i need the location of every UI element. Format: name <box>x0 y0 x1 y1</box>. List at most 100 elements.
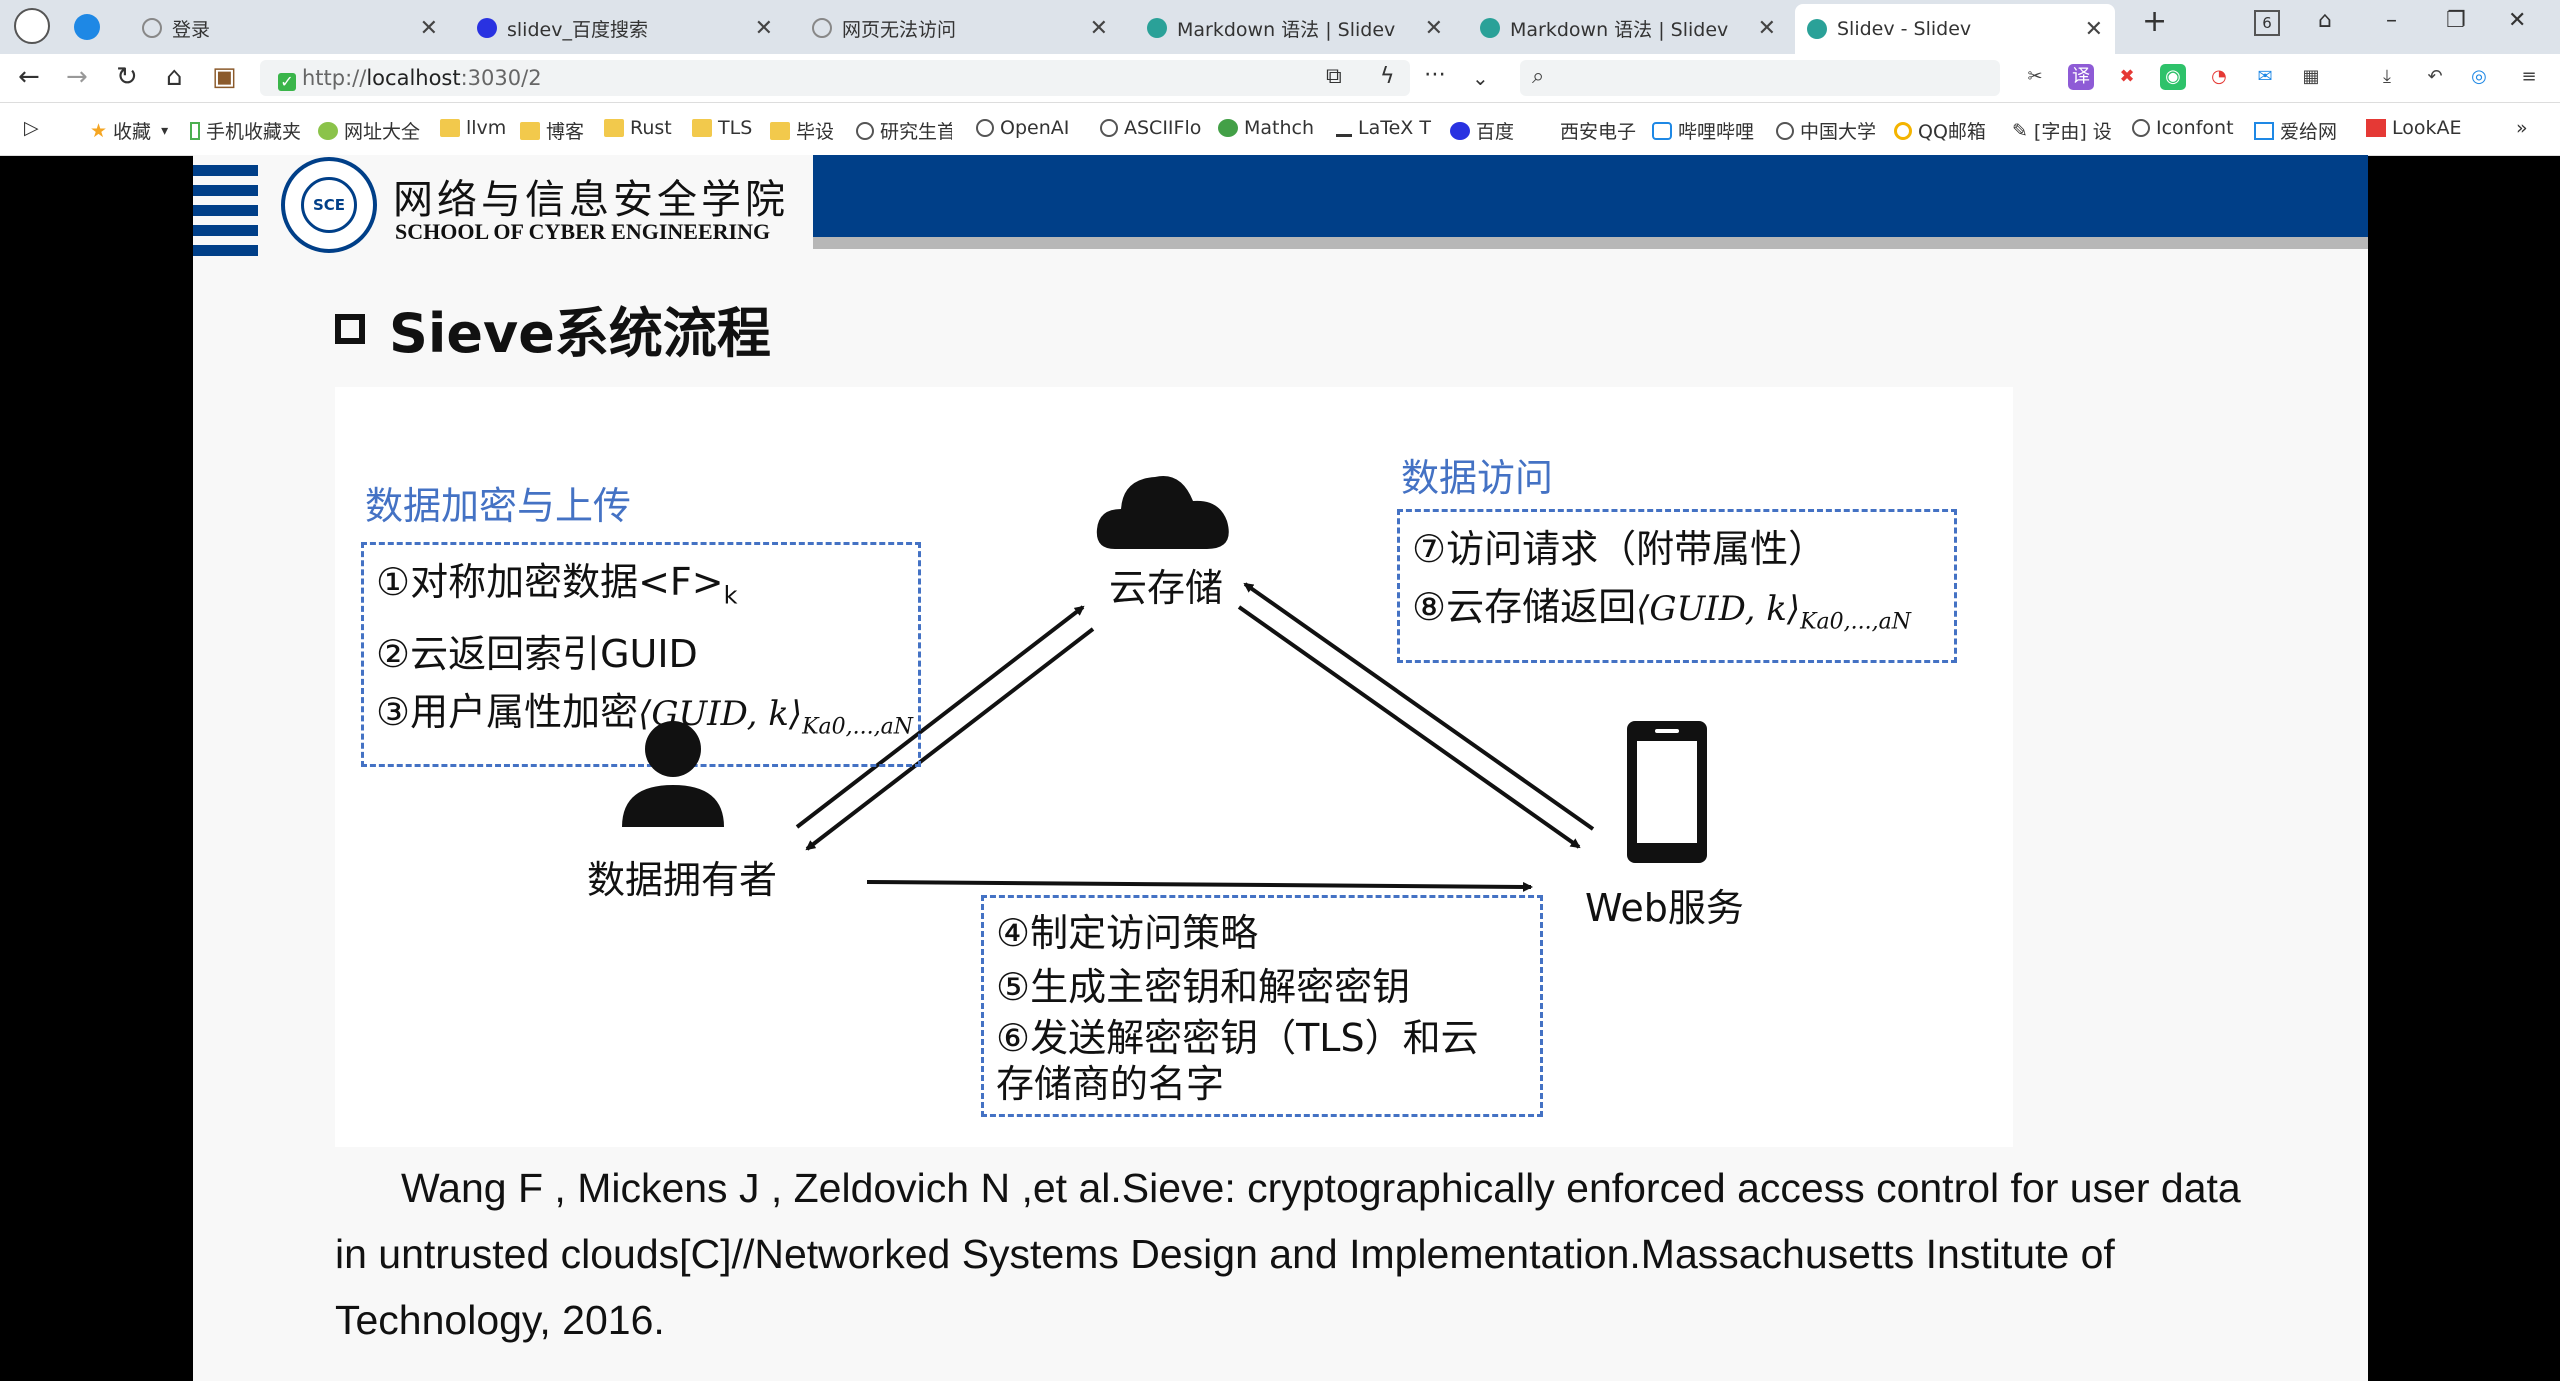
bookmark-mooc[interactable]: 中国大学 <box>1776 117 1876 144</box>
globe-icon <box>142 18 162 38</box>
translate-icon[interactable]: ⧉ <box>1326 64 1342 89</box>
tab-baidu[interactable]: slidev_百度搜索 ✕ <box>465 6 785 50</box>
tab-count-badge[interactable]: 6 <box>2254 10 2280 36</box>
bookmark-favorites[interactable]: ★ 收藏 ▾ <box>90 117 168 144</box>
phone-speaker <box>1655 729 1679 733</box>
star-icon: ★ <box>90 119 108 142</box>
shirt-icon[interactable]: ⌂ <box>2318 8 2332 33</box>
step-text: ⑧云存储返回 <box>1412 585 1637 629</box>
close-icon[interactable]: ✕ <box>755 16 773 41</box>
chevron-down-icon[interactable]: ⌄ <box>1472 66 1489 90</box>
reload-icon[interactable]: ↻ <box>116 62 138 92</box>
menu-icon[interactable]: ≡ <box>2516 64 2542 90</box>
access-step-8: ⑧云存储返回⟨GUID, k⟩Ka0,...,aN <box>1412 578 1942 652</box>
forward-icon[interactable]: → <box>66 62 88 92</box>
close-icon[interactable]: ✕ <box>1758 16 1776 41</box>
url-field[interactable]: ✓ http://localhost:3030/2 <box>260 60 1410 96</box>
slide-title-text: Sieve系统流程 <box>389 302 771 365</box>
tab-slidev[interactable]: Slidev - Slidev ✕ <box>1795 4 2115 54</box>
weibo-icon[interactable]: ◔ <box>2206 64 2232 90</box>
back-icon[interactable]: ← <box>18 62 40 92</box>
bookmark-qqmail[interactable]: QQ邮箱 <box>1894 117 1986 144</box>
globe-icon <box>1776 121 1794 140</box>
sidebar-toggle-icon[interactable]: ▷ <box>24 117 39 139</box>
bookmark-rust[interactable]: Rust <box>604 117 672 139</box>
apps-icon[interactable]: ▦ <box>2298 64 2324 90</box>
wechat-icon[interactable]: ◉ <box>2160 64 2186 90</box>
bookmark-aigei[interactable]: 爱给网 <box>2254 117 2337 144</box>
new-tab-button[interactable]: + <box>2142 4 2167 39</box>
upload-step-1: ①对称加密数据<F>k <box>376 553 906 625</box>
bookmark-llvm[interactable]: llvm <box>440 117 506 139</box>
scissors-icon[interactable]: ✂ <box>2022 64 2048 90</box>
logo-stripe <box>193 225 258 236</box>
briefcase-icon[interactable]: ▣ <box>212 62 237 92</box>
bookmark-tls[interactable]: TLS <box>692 117 752 139</box>
more-icon[interactable]: ⋯ <box>1424 62 1446 87</box>
bookmark-iconfont[interactable]: Iconfont <box>2132 117 2234 139</box>
tab-markdown-1[interactable]: Markdown 语法 | Slidev ✕ <box>1135 6 1455 50</box>
close-window-button[interactable]: ✕ <box>2508 8 2526 33</box>
tab-markdown-2[interactable]: Markdown 语法 | Slidev ✕ <box>1468 6 1788 50</box>
undo-icon[interactable]: ↶ <box>2422 64 2448 90</box>
bookmark-blog[interactable]: 博客 <box>520 117 584 144</box>
pen-icon: ✎ <box>2012 119 2028 142</box>
colorful-ext-icon[interactable]: ✖ <box>2114 64 2140 90</box>
avatar[interactable] <box>14 8 50 44</box>
bookmark-label: LaTeX T <box>1358 117 1431 139</box>
close-icon[interactable]: ✕ <box>2085 17 2103 42</box>
reference-citation: Wang F , Mickens J , Zeldovich N ,et al.… <box>335 1165 2241 1343</box>
bookmark-label: 收藏 <box>113 121 152 143</box>
tab-login[interactable]: 登录 ✕ <box>130 6 450 50</box>
bookmark-grad[interactable]: 研究生首 <box>856 117 952 144</box>
bookmark-bishe[interactable]: 毕设 <box>770 117 834 144</box>
bookmark-latex[interactable]: LaTeX T <box>1336 117 1431 139</box>
bookmark-bilibili[interactable]: 哔哩哔哩 <box>1652 117 1754 144</box>
search-icon: ⌕ <box>1532 64 1545 89</box>
bookmark-label: [字由] 设 <box>2033 121 2112 143</box>
bookmark-mobile[interactable]: 手机收藏夹 <box>190 117 301 144</box>
phone-icon <box>190 121 200 140</box>
bookmarks-bar: ▷ ★ 收藏 ▾ 手机收藏夹 网址大全 llvm 博客 Rust TLS 毕设 研究… <box>0 103 2560 156</box>
baidu-icon <box>1450 121 1470 140</box>
more-bookmarks-icon[interactable]: » <box>2516 117 2528 139</box>
tab-unreachable[interactable]: 网页无法访问 ✕ <box>800 6 1120 50</box>
baidu-icon <box>477 18 497 38</box>
bookmark-label: llvm <box>466 117 507 139</box>
download-icon[interactable]: ⤓ <box>2374 64 2400 90</box>
folder-icon <box>440 119 460 137</box>
search-input[interactable]: ⌕ <box>1520 60 2000 96</box>
logo-stripe <box>193 185 258 196</box>
bookmark-ziyou[interactable]: ✎ [字由] 设 <box>2012 117 2112 144</box>
bookmark-asciiflow[interactable]: ASCIIFlo <box>1100 117 1201 139</box>
close-icon[interactable]: ✕ <box>1425 16 1443 41</box>
close-icon[interactable]: ✕ <box>1090 16 1108 41</box>
bookmark-mathcha[interactable]: Mathch <box>1218 117 1314 139</box>
folder-icon <box>692 119 712 137</box>
qqmail-icon <box>1894 121 1912 140</box>
bookmark-openai[interactable]: OpenAI <box>976 117 1069 139</box>
policy-steps-box: ④制定访问策略 ⑤生成主密钥和解密密钥 ⑥发送解密密钥（TLS）和云 存储商的名… <box>981 895 1543 1117</box>
bookmark-lookae[interactable]: LookAE <box>2366 117 2462 139</box>
policy-step-4: ④制定访问策略 <box>996 911 1259 955</box>
minimize-button[interactable]: – <box>2386 8 2397 33</box>
hao123-icon <box>318 121 338 140</box>
school-logo: SCE <box>281 157 377 253</box>
translate-ext-icon[interactable]: 译 <box>2068 64 2094 90</box>
edge-icon[interactable]: ◎ <box>2466 64 2492 90</box>
globe-icon <box>812 18 832 38</box>
bookmark-baidu[interactable]: 百度 <box>1450 117 1514 144</box>
bookmark-label: 中国大学 <box>1800 121 1877 143</box>
restore-button[interactable]: ❐ <box>2446 8 2466 33</box>
lightning-icon[interactable]: ϟ <box>1380 64 1395 89</box>
section-upload-label: 数据加密与上传 <box>365 484 632 528</box>
close-icon[interactable]: ✕ <box>420 16 438 41</box>
bookmark-xidian[interactable]: 西安电子 <box>1560 117 1636 144</box>
school-name-cn: 网络与信息安全学院 <box>393 177 789 223</box>
tab-label: Slidev - Slidev <box>1837 18 1972 40</box>
bookmark-wzdq[interactable]: 网址大全 <box>318 117 420 144</box>
mail-icon[interactable]: ✉ <box>2252 64 2278 90</box>
browser-logo-icon[interactable] <box>74 14 100 40</box>
home-icon[interactable]: ⌂ <box>166 62 183 92</box>
bookmark-label: 毕设 <box>796 121 835 143</box>
